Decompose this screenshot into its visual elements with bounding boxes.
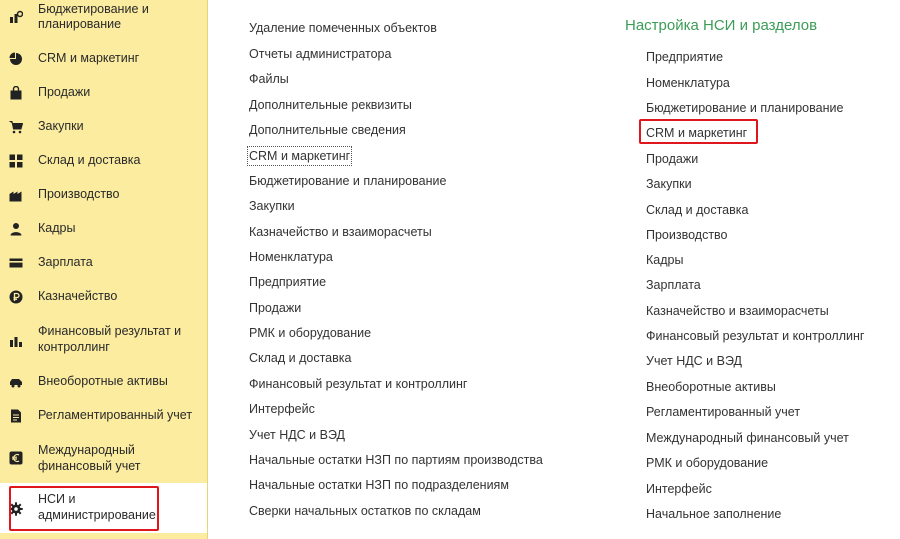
link-vat-fea[interactable]: Учет НДС и ВЭД — [249, 427, 345, 443]
link-vat-fea[interactable]: Учет НДС и ВЭД — [646, 353, 742, 369]
link-enterprise[interactable]: Предприятие — [249, 274, 326, 290]
sidebar-item-label: Внеоборотные активы — [38, 374, 168, 388]
sidebar-item-label: Зарплата — [38, 255, 93, 269]
link-purchases[interactable]: Закупки — [646, 176, 692, 192]
sidebar-item-label-line1: Международный — [38, 443, 135, 457]
sidebar-item-label: Закупки — [38, 119, 84, 133]
sidebar-item-label: CRM и маркетинг — [38, 51, 140, 65]
link-interface[interactable]: Интерфейс — [249, 401, 315, 417]
person-icon — [8, 221, 24, 237]
link-warehouse-balance-checks[interactable]: Сверки начальных остатков по складам — [249, 503, 481, 519]
sidebar-item-label: Казначейство — [38, 289, 118, 303]
link-budgeting[interactable]: Бюджетирование и планирование — [249, 173, 446, 189]
link-additional-info[interactable]: Дополнительные сведения — [249, 122, 406, 138]
sidebar-item-label-line2: контроллинг — [38, 340, 110, 354]
link-delete-marked[interactable]: Удаление помеченных объектов — [249, 20, 437, 36]
link-warehouse-delivery[interactable]: Склад и доставка — [249, 350, 351, 366]
ruble-coin-icon — [8, 289, 24, 305]
sidebar-item-label: Продажи — [38, 85, 91, 99]
sections-sidebar: Бюджетирование и планирование CRM и марк… — [0, 0, 208, 539]
link-files[interactable]: Файлы — [249, 71, 289, 87]
sidebar-item-crm[interactable]: CRM и маркетинг — [0, 48, 207, 70]
link-fixed-assets[interactable]: Внеоборотные активы — [646, 379, 776, 395]
link-regulated-accounting[interactable]: Регламентированный учет — [646, 404, 800, 420]
link-sales[interactable]: Продажи — [646, 151, 698, 167]
sidebar-item-warehouse[interactable]: Склад и доставка — [0, 150, 207, 172]
link-production[interactable]: Производство — [646, 227, 728, 243]
sidebar-item-sales[interactable]: Продажи — [0, 82, 207, 104]
link-wip-balances-departments[interactable]: Начальные остатки НЗП по подразделениям — [249, 477, 509, 493]
sidebar-item-label: Производство — [38, 187, 120, 201]
link-nomenclature[interactable]: Номенклатура — [249, 249, 333, 265]
sidebar-item-label-line2: планирование — [38, 17, 122, 31]
sidebar-item-label: Кадры — [38, 221, 76, 235]
link-treasury-settlements[interactable]: Казначейство и взаиморасчеты — [646, 303, 829, 319]
sidebar-item-label: Склад и доставка — [38, 153, 141, 167]
link-sales[interactable]: Продажи — [249, 300, 301, 316]
link-hr[interactable]: Кадры — [646, 252, 683, 268]
link-initial-fill[interactable]: Начальное заполнение — [646, 506, 781, 522]
sidebar-item-salary[interactable]: Зарплата — [0, 252, 207, 274]
sidebar-item-treasury[interactable]: Казначейство — [0, 286, 207, 308]
link-admin-reports[interactable]: Отчеты администратора — [249, 46, 391, 62]
sidebar-item-international-accounting[interactable]: Международный финансовый учет — [0, 439, 207, 475]
link-crm-marketing[interactable]: CRM и маркетинг — [246, 146, 353, 166]
link-nomenclature[interactable]: Номенклатура — [646, 75, 730, 91]
link-wip-balances-batches[interactable]: Начальные остатки НЗП по партиям произво… — [249, 452, 543, 468]
pie-chart-icon — [8, 51, 24, 67]
sidebar-item-financial-result[interactable]: Финансовый результат и контроллинг — [0, 320, 207, 356]
link-financial-result[interactable]: Финансовый результат и контроллинг — [249, 376, 467, 392]
sidebar-highlight-frame — [9, 486, 159, 531]
link-international-accounting[interactable]: Международный финансовый учет — [646, 430, 849, 446]
sidebar-item-label-line1: Бюджетирование и — [38, 2, 149, 16]
link-pos-equipment[interactable]: РМК и оборудование — [249, 325, 371, 341]
sidebar-item-fixed-assets[interactable]: Внеоборотные активы — [0, 371, 207, 393]
budget-icon — [8, 9, 24, 25]
sidebar-item-label: Регламентированный учет — [38, 408, 193, 422]
link-purchases[interactable]: Закупки — [249, 198, 295, 214]
car-icon — [8, 374, 24, 390]
link-salary[interactable]: Зарплата — [646, 277, 701, 293]
link-additional-attributes[interactable]: Дополнительные реквизиты — [249, 97, 412, 113]
sidebar-item-label-line2: финансовый учет — [38, 459, 141, 473]
sidebar-item-production[interactable]: Производство — [0, 184, 207, 206]
link-interface[interactable]: Интерфейс — [646, 481, 712, 497]
link-budgeting[interactable]: Бюджетирование и планирование — [646, 100, 843, 116]
sidebar-item-hr[interactable]: Кадры — [0, 218, 207, 240]
factory-icon — [8, 187, 24, 203]
link-financial-result[interactable]: Финансовый результат и контроллинг — [646, 328, 864, 344]
sidebar-item-purchases[interactable]: Закупки — [0, 116, 207, 138]
shopping-bag-icon — [8, 85, 24, 101]
cart-icon — [8, 119, 24, 135]
sidebar-item-regulated-accounting[interactable]: Регламентированный учет — [0, 405, 207, 427]
link-enterprise[interactable]: Предприятие — [646, 49, 723, 65]
sidebar-item-budgeting[interactable]: Бюджетирование и планирование — [0, 0, 207, 36]
card-icon — [8, 255, 24, 271]
crm-highlight-frame — [639, 119, 758, 144]
link-warehouse-delivery[interactable]: Склад и доставка — [646, 202, 748, 218]
section-title: Настройка НСИ и разделов — [625, 17, 818, 34]
warehouse-grid-icon — [8, 153, 24, 169]
sidebar-item-label-line1: Финансовый результат и — [38, 324, 182, 338]
link-pos-equipment[interactable]: РМК и оборудование — [646, 455, 768, 471]
euro-icon — [8, 450, 24, 466]
bar-chart-icon — [8, 333, 24, 349]
link-treasury-settlements[interactable]: Казначейство и взаиморасчеты — [249, 224, 432, 240]
document-icon — [8, 408, 24, 424]
